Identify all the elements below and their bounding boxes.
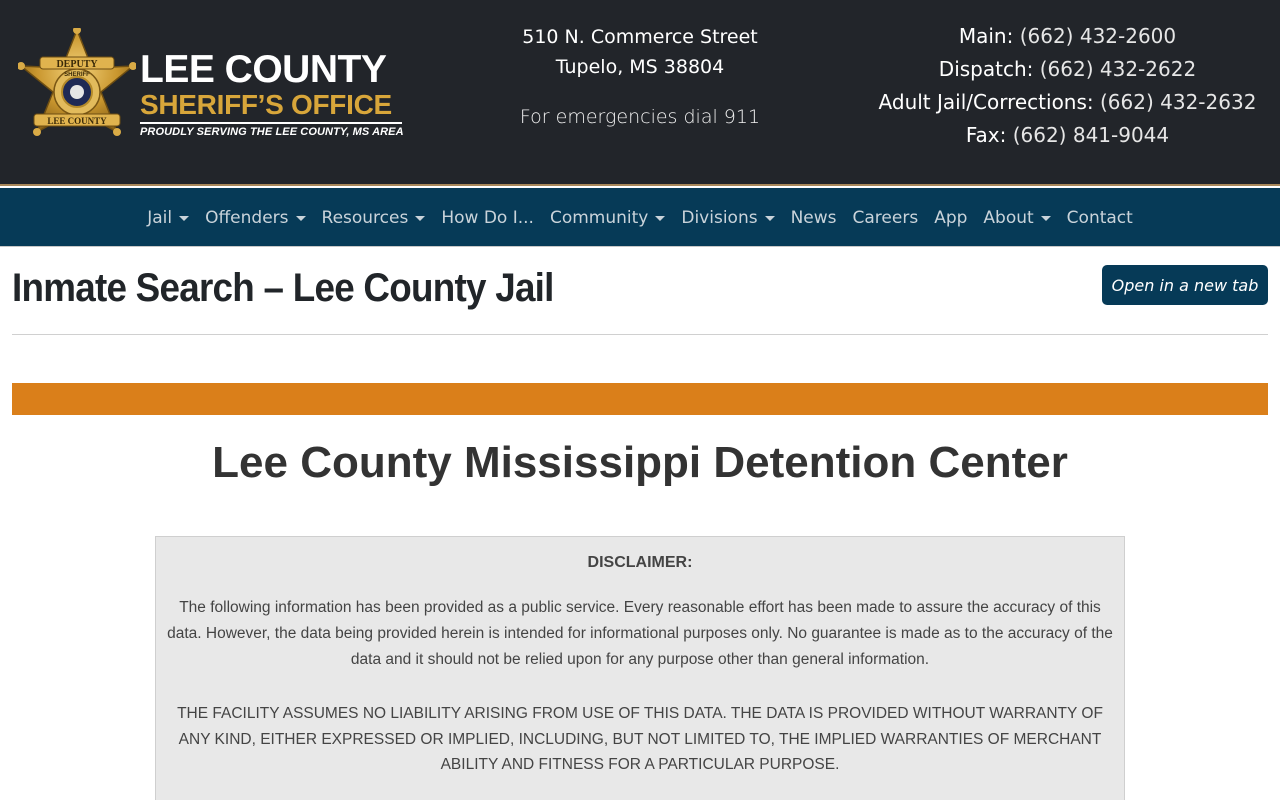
phone-number-link[interactable]: (662) 841-9044	[1013, 123, 1169, 147]
brand-logo[interactable]: DEPUTY SHERIFF LEE COUNTY LEE COUNTY SHE…	[18, 28, 418, 158]
caret-down-icon	[764, 216, 775, 221]
title-divider	[12, 334, 1268, 335]
badge-bottom-text: LEE COUNTY	[47, 116, 107, 126]
phone-fax: Fax: (662) 841-9044	[870, 119, 1265, 152]
nav-item-label: App	[934, 207, 968, 228]
nav-item-careers[interactable]: Careers	[845, 208, 927, 228]
sheriff-star-badge-icon: DEPUTY SHERIFF LEE COUNTY	[18, 28, 136, 136]
phone-label: Fax:	[965, 123, 1007, 147]
nav-item-app[interactable]: App	[926, 208, 975, 228]
nav-item-label: Resources	[321, 207, 409, 228]
phone-jail: Adult Jail/Corrections: (662) 432-2632	[870, 86, 1265, 119]
open-in-new-tab-button[interactable]: Open in a new tab	[1102, 265, 1268, 305]
nav-item-label: News	[790, 207, 837, 228]
caret-down-icon	[295, 216, 306, 221]
nav-item-resources[interactable]: Resources	[314, 208, 434, 228]
embed-header-bar	[12, 383, 1268, 415]
phone-numbers: Main: (662) 432-2600 Dispatch: (662) 432…	[870, 20, 1265, 152]
disclaimer-paragraph: The following information has been provi…	[167, 599, 1113, 668]
phone-main: Main: (662) 432-2600	[870, 20, 1265, 53]
badge-inner-text: SHERIFF	[64, 72, 90, 78]
caret-down-icon	[179, 216, 190, 221]
brand-office: SHERIFF’S OFFICE	[140, 89, 392, 120]
phone-label: Dispatch:	[938, 57, 1034, 81]
nav-item-contact[interactable]: Contact	[1059, 208, 1141, 228]
main-nav: Jail Offenders Resources How Do I... Com…	[0, 188, 1280, 247]
address-city: Tupelo, MS 38804	[555, 56, 725, 78]
phone-number-link[interactable]: (662) 432-2600	[1020, 24, 1176, 48]
nav-item-divisions[interactable]: Divisions	[673, 208, 782, 228]
phone-dispatch: Dispatch: (662) 432-2622	[870, 53, 1265, 86]
phone-number-link[interactable]: (662) 432-2622	[1040, 57, 1196, 81]
phone-label: Main:	[958, 24, 1014, 48]
detention-center-title: Lee County Mississippi Detention Center	[212, 438, 1068, 487]
nav-item-about[interactable]: About	[975, 208, 1058, 228]
brand-text: LEE COUNTY SHERIFF’S OFFICE PROUDLY SERV…	[140, 50, 410, 138]
nav-list: Jail Offenders Resources How Do I... Com…	[0, 188, 1280, 247]
brand-tagline: PROUDLY SERVING THE LEE COUNTY, MS AREA	[140, 126, 404, 138]
nav-item-jail[interactable]: Jail	[139, 208, 197, 228]
brand-divider	[140, 122, 402, 124]
nav-item-news[interactable]: News	[783, 208, 845, 228]
address-block: 510 N. Commerce Street Tupelo, MS 38804 …	[500, 22, 780, 132]
brand-name: LEE COUNTY	[140, 48, 387, 91]
site-header: DEPUTY SHERIFF LEE COUNTY LEE COUNTY SHE…	[0, 0, 1280, 186]
disclaimer-box: DISCLAIMER: The following information ha…	[155, 536, 1125, 800]
nav-item-label: Offenders	[205, 207, 289, 228]
nav-item-label: Contact	[1066, 207, 1133, 228]
badge-top-text: DEPUTY	[56, 59, 98, 70]
disclaimer-title: DISCLAIMER:	[587, 554, 693, 571]
page-title: Inmate Search – Lee County Jail	[12, 266, 554, 310]
nav-item-label: Divisions	[681, 207, 758, 228]
caret-down-icon	[655, 216, 666, 221]
phone-label: Adult Jail/Corrections:	[878, 90, 1094, 114]
caret-down-icon	[415, 216, 426, 221]
emergency-notice: For emergencies dial 911	[519, 106, 761, 128]
nav-item-how-do-i[interactable]: How Do I...	[433, 208, 542, 228]
phone-number-link[interactable]: (662) 432-2632	[1100, 90, 1256, 114]
nav-item-community[interactable]: Community	[542, 208, 673, 228]
address-street: 510 N. Commerce Street	[522, 26, 758, 48]
liability-paragraph: THE FACILITY ASSUMES NO LIABILITY ARISIN…	[177, 705, 1103, 773]
nav-item-label: About	[983, 207, 1034, 228]
nav-item-label: Community	[549, 207, 649, 228]
nav-item-label: Jail	[147, 207, 173, 228]
caret-down-icon	[1040, 216, 1051, 221]
nav-item-label: Careers	[852, 207, 919, 228]
nav-item-offenders[interactable]: Offenders	[197, 208, 313, 228]
nav-item-label: How Do I...	[441, 207, 534, 228]
